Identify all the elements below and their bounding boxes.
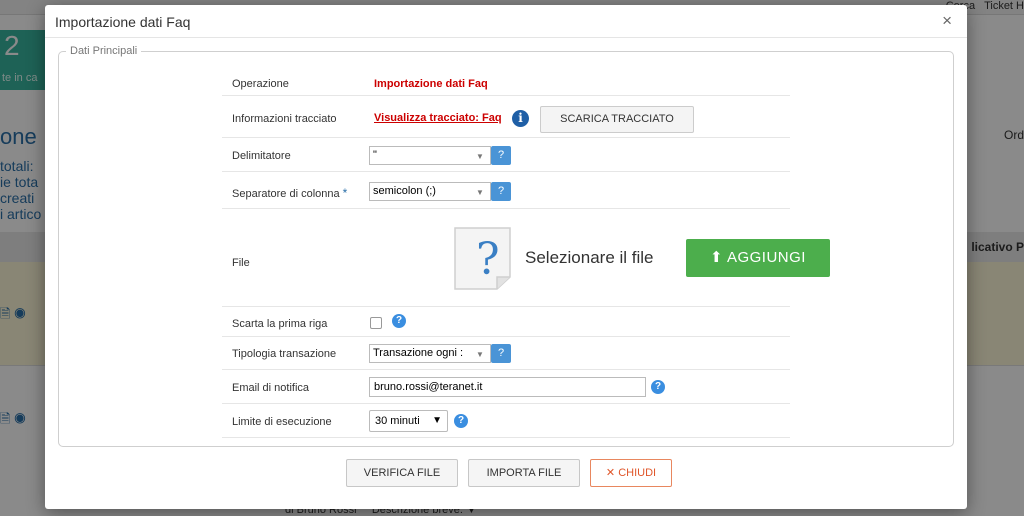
close-x-icon: ✕: [605, 467, 616, 479]
skip-row-help-icon[interactable]: ?: [392, 314, 406, 328]
modal-header: Importazione dati Faq ×: [45, 5, 967, 38]
fieldset-legend: Dati Principali: [66, 45, 142, 57]
modal-title: Importazione dati Faq: [55, 14, 191, 30]
email-help-icon[interactable]: ?: [651, 380, 665, 394]
separator-help-button[interactable]: ?: [491, 182, 511, 201]
info-icon[interactable]: i: [512, 110, 529, 127]
row-scarta: Scarta la prima riga ?: [222, 307, 790, 337]
chevron-down-icon: ▼: [476, 188, 484, 197]
column-separator-value: semicolon (;): [373, 185, 436, 197]
execution-limit-select[interactable]: 30 minuti ▼: [369, 410, 448, 432]
add-file-button[interactable]: ⬆ AGGIUNGI: [686, 239, 830, 277]
file-label: File: [232, 257, 250, 269]
chevron-down-icon: ▼: [476, 152, 484, 161]
info-tracciato-label: Informazioni tracciato: [232, 113, 337, 125]
row-limite: Limite di esecuzione 30 minuti ▼ ?: [222, 404, 790, 438]
transaction-type-help-button[interactable]: ?: [491, 344, 511, 363]
download-layout-button[interactable]: SCARICA TRACCIATO: [540, 106, 694, 133]
transaction-type-select[interactable]: Transazione ogni :: [369, 344, 491, 363]
operazione-value: Importazione dati Faq: [374, 78, 488, 90]
upload-arrow-icon: ⬆: [710, 249, 724, 266]
notification-email-field[interactable]: bruno.rossi@teranet.it: [369, 377, 646, 397]
separatore-label-text: Separatore di colonna: [232, 188, 340, 200]
row-operazione: Operazione Importazione dati Faq: [222, 69, 790, 96]
delimiter-select-value: ": [373, 149, 377, 161]
execution-limit-help-icon[interactable]: ?: [454, 414, 468, 428]
tipologia-label: Tipologia transazione: [232, 348, 337, 360]
row-separatore: Separatore di colonna * semicolon (;) ▼ ?: [222, 172, 790, 209]
file-placeholder-icon: ?: [454, 227, 511, 290]
operazione-label: Operazione: [232, 78, 289, 90]
row-file: File ? Selezionare il file ⬆ AGGIUNGI: [222, 209, 830, 307]
limite-label: Limite di esecuzione: [232, 416, 332, 428]
row-email: Email di notifica bruno.rossi@teranet.it…: [222, 370, 790, 404]
row-delimitatore: Delimitatore " ▼ ?: [222, 138, 790, 172]
skip-first-row-checkbox[interactable]: [370, 317, 382, 329]
select-file-text: Selezionare il file: [525, 248, 654, 267]
email-label: Email di notifica: [232, 382, 310, 394]
row-tipologia: Tipologia transazione Transazione ogni :…: [222, 337, 790, 370]
scarta-label: Scarta la prima riga: [232, 318, 328, 330]
question-glyph: ?: [476, 234, 500, 285]
execution-limit-value: 30 minuti: [375, 415, 420, 427]
import-faq-modal: Importazione dati Faq × Dati Principali …: [45, 5, 967, 509]
row-info-tracciato: Informazioni tracciato Visualizza tracci…: [222, 96, 790, 138]
close-icon[interactable]: ×: [942, 11, 952, 31]
separatore-label: Separatore di colonna *: [232, 186, 347, 200]
main-data-fieldset: Dati Principali Operazione Importazione …: [58, 45, 954, 447]
delimiter-help-button[interactable]: ?: [491, 146, 511, 165]
required-marker: *: [342, 186, 348, 200]
delimitatore-label: Delimitatore: [232, 150, 291, 162]
close-button-label: CHIUDI: [618, 467, 657, 479]
caret-down-icon: ▼: [432, 415, 442, 426]
delimiter-select[interactable]: ": [369, 146, 491, 165]
view-layout-link[interactable]: Visualizza tracciato: Faq: [374, 112, 502, 124]
import-file-button[interactable]: IMPORTA FILE: [468, 459, 580, 487]
close-button[interactable]: ✕ CHIUDI: [590, 459, 672, 487]
transaction-type-value: Transazione ogni :: [373, 347, 464, 359]
verify-file-button[interactable]: VERIFICA FILE: [346, 459, 458, 487]
add-file-button-label: AGGIUNGI: [726, 249, 806, 266]
column-separator-select[interactable]: semicolon (;): [369, 182, 491, 201]
chevron-down-icon: ▼: [476, 350, 484, 359]
